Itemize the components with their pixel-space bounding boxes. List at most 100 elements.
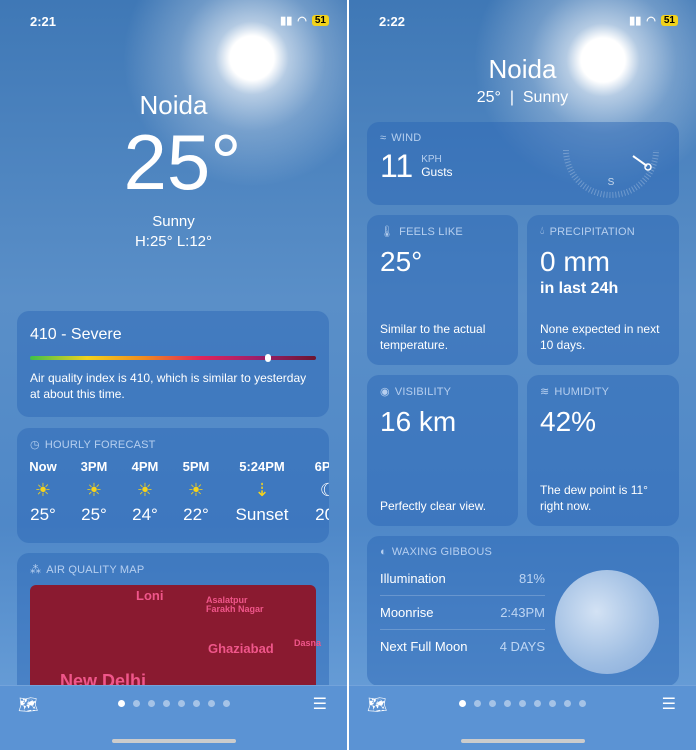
page-dot[interactable] (489, 700, 496, 707)
bottom-toolbar: 🗺︎ ☰ (0, 685, 347, 750)
page-dot[interactable] (222, 700, 230, 707)
wind-label: Gusts (421, 165, 453, 179)
hour-temp: 25° (30, 505, 56, 524)
visibility-text: Perfectly clear view. (380, 499, 487, 513)
map-label: Ghaziabad (208, 641, 274, 656)
air-quality-card[interactable]: 410 - Severe Air quality index is 410, w… (17, 311, 329, 417)
aqi-text: Air quality index is 410, which is simil… (30, 371, 307, 401)
row-value: 4 DAYS (499, 639, 545, 654)
hourly-header: HOURLY FORECAST (44, 438, 156, 451)
page-dot[interactable] (162, 700, 170, 707)
hour-temp: 20° (315, 505, 329, 524)
map-label: Loni (136, 588, 164, 603)
hour-time: 3PM (80, 459, 108, 474)
moon-row: Next Full Moon 4 DAYS (380, 630, 545, 663)
hour-temp: 24° (132, 505, 158, 524)
wifi-icon: ◠ (646, 15, 656, 27)
page-dot[interactable] (207, 700, 215, 707)
thermometer-icon: 🌡︎ (380, 226, 395, 238)
feels-header: FEELS LIKE (399, 225, 463, 238)
moon-card[interactable]: ◐ WAXING GIBBOUS Illumination 81% Moonrise… (367, 536, 679, 686)
sun-icon: ☀ (34, 480, 52, 500)
page-dot[interactable] (147, 700, 155, 707)
page-dot[interactable] (534, 700, 541, 707)
page-indicator[interactable] (0, 700, 347, 707)
signal-icon: ▮▮ (280, 15, 293, 27)
sun-icon: ☀ (85, 480, 103, 500)
status-bar: 2:21 ▮▮ ◠ 51 (0, 12, 347, 32)
row-label: Next Full Moon (380, 639, 468, 654)
row-label: Moonrise (380, 605, 434, 620)
hour-item: 5:24PM ⇣ Sunset (222, 459, 302, 525)
compass-direction: S (608, 177, 615, 188)
map-label: Dasna (294, 638, 322, 648)
clock: 2:21 (30, 14, 57, 29)
aqi-bar (30, 354, 316, 362)
humidity-icon: ≋ (540, 386, 550, 398)
map-header: AIR QUALITY MAP (46, 563, 145, 576)
wind-compass: S (563, 149, 659, 198)
page-dot[interactable] (504, 700, 511, 707)
city-name: Noida (488, 54, 557, 84)
hourly-list: Now ☀ 25° 3PM ☀ 25° 4PM ☀ 24° 5PM ☀ 22° 5:24PM ⇣ Sunse… (18, 459, 329, 525)
city-name: Noida (139, 90, 208, 120)
humidity-header: HUMIDITY (554, 385, 610, 398)
page-dot[interactable] (177, 700, 185, 707)
hour-item: 6PM ☾ 20° (303, 459, 329, 525)
page-dot[interactable] (132, 700, 140, 707)
hour-temp: 22° (183, 505, 209, 524)
feels-value: 25° (380, 246, 423, 277)
hour-time: 6PM (314, 459, 329, 474)
wind-speed: 11 (380, 148, 414, 184)
page-indicator[interactable] (349, 700, 696, 707)
weather-screen-left: 2:21 ▮▮ ◠ 51 Noida 25° Sunny H:25° L:12° 4… (0, 0, 347, 750)
precip-value: 0 mm (540, 246, 610, 277)
page-dot[interactable] (549, 700, 556, 707)
hourly-forecast-card[interactable]: ◷ HOURLY FORECAST Now ☀ 25° 3PM ☀ 25° 4PM ☀ 24° 5P… (17, 428, 329, 543)
weather-screen-right: 2:22 ▮▮ ◠ 51 Noida 25° | Sunny ≈ WIND 11 KP… (349, 0, 696, 750)
battery-icon: 51 (660, 15, 678, 26)
hour-temp: Sunset (235, 505, 289, 524)
sun-icon: ☀ (136, 480, 154, 500)
row-label: Illumination (380, 571, 446, 586)
wind-header: WIND (391, 132, 422, 144)
moon-header: WAXING GIBBOUS (391, 546, 493, 558)
hour-temp: 25° (81, 505, 107, 524)
aqi-marker (264, 354, 271, 362)
humidity-value: 42% (540, 406, 597, 437)
hour-time: 5:24PM (239, 459, 285, 474)
row-value: 2:43PM (500, 605, 545, 620)
clock-icon: ◷ (30, 439, 40, 451)
precip-text: None expected in next 10 days. (540, 322, 660, 352)
air-quality-icon: ⁂ (30, 564, 42, 576)
humidity-card[interactable]: ≋ HUMIDITY 42% The dew point is 11° right… (527, 375, 679, 526)
hour-time: 4PM (131, 459, 159, 474)
wind-card[interactable]: ≈ WIND 11 KPH Gusts S (367, 122, 679, 205)
bottom-toolbar: 🗺︎ ☰ (349, 685, 696, 750)
precip-header: PRECIPITATION (549, 225, 635, 238)
page-dot[interactable] (474, 700, 481, 707)
page-dot[interactable] (459, 700, 466, 707)
page-dot[interactable] (579, 700, 586, 707)
page-dot[interactable] (519, 700, 526, 707)
list-icon[interactable]: ☰ (313, 694, 327, 714)
visibility-card[interactable]: ◉ VISIBILITY 16 km Perfectly clear view. (367, 375, 518, 526)
battery-icon: 51 (311, 15, 329, 26)
hour-item: 5PM ☀ 22° (171, 459, 221, 525)
page-dot[interactable] (117, 700, 125, 707)
moon-phase-icon: ◐ (380, 546, 387, 558)
wind-icon: ≈ (380, 132, 387, 144)
precipitation-card[interactable]: 💧︎ PRECIPITATION 0 mm in last 24h None ex… (527, 215, 679, 365)
page-dot[interactable] (564, 700, 571, 707)
wind-unit: KPH (421, 154, 442, 165)
clock: 2:22 (379, 14, 406, 29)
feels-text: Similar to the actual temperature. (380, 322, 486, 352)
hour-item: 3PM ☀ 25° (69, 459, 119, 525)
drop-icon: 💧︎ (540, 225, 545, 237)
list-icon[interactable]: ☰ (662, 694, 676, 714)
feels-like-card[interactable]: 🌡︎ FEELS LIKE 25° Similar to the actual t… (367, 215, 518, 365)
status-bar: 2:22 ▮▮ ◠ 51 (349, 12, 696, 32)
page-dot[interactable] (192, 700, 200, 707)
hour-time: Now (29, 459, 57, 474)
current-temp: 25° (123, 118, 242, 206)
